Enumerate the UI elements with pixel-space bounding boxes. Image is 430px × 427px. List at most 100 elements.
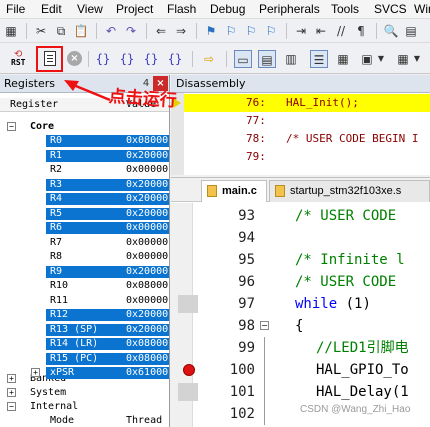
- expand-toggle[interactable]: +: [7, 388, 16, 397]
- comment-icon[interactable]: //: [332, 22, 350, 40]
- find-icon[interactable]: 🔍: [382, 22, 400, 40]
- menu-item-tools[interactable]: Tools: [331, 2, 359, 16]
- next-bookmark-icon[interactable]: ⚐: [242, 22, 260, 40]
- register-row[interactable]: R15 (PC) 0x08000: [0, 353, 169, 365]
- menu-item-edit[interactable]: Edit: [41, 2, 62, 16]
- register-row[interactable]: R9 0x20000: [0, 266, 169, 278]
- menu-item-win[interactable]: Win: [414, 2, 430, 16]
- code-line[interactable]: 101 HAL_Delay(1: [171, 381, 430, 403]
- paste-icon[interactable]: 📋: [72, 22, 90, 40]
- collapse-toggle[interactable]: −: [7, 122, 16, 131]
- cut-icon[interactable]: ✂: [32, 22, 50, 40]
- group-internal[interactable]: − Internal: [0, 401, 169, 413]
- register-row-mode[interactable]: Mode Thread: [0, 415, 169, 427]
- watch-window-icon[interactable]: ▣: [358, 50, 376, 68]
- breakpoint-icon[interactable]: [183, 364, 195, 376]
- uncomment-icon[interactable]: ¶: [352, 22, 370, 40]
- register-value: 0x00000: [126, 222, 169, 233]
- call-stack-window-icon[interactable]: ▦: [334, 50, 352, 68]
- code-rest: (1): [337, 296, 371, 312]
- register-row[interactable]: R14 (LR) 0x08000: [0, 338, 169, 350]
- disassembly-window-icon[interactable]: ▤: [258, 50, 276, 68]
- register-row[interactable]: R13 (SP) 0x20000: [0, 324, 169, 336]
- register-row[interactable]: R1 0x20000: [0, 150, 169, 162]
- step-into-icon[interactable]: {}: [94, 50, 112, 68]
- registers-window-icon[interactable]: ☰: [310, 50, 328, 68]
- disassembly-line[interactable]: 79:: [184, 148, 430, 166]
- col-register-header[interactable]: Register: [10, 99, 58, 110]
- expand-toggle[interactable]: +: [31, 368, 40, 377]
- reset-button[interactable]: ⟲ RST: [10, 49, 32, 69]
- register-name: R14 (LR): [50, 338, 99, 349]
- tab-startup-file[interactable]: startup_stm32f103xe.s: [269, 180, 430, 202]
- group-core[interactable]: − Core: [0, 121, 169, 133]
- unindent-icon[interactable]: ⇤: [312, 22, 330, 40]
- file-asm-icon: [275, 185, 285, 197]
- command-window-icon[interactable]: ▭: [234, 50, 252, 68]
- forward-icon[interactable]: ⇒: [172, 22, 190, 40]
- tab-main-c[interactable]: main.c: [201, 180, 267, 202]
- code-text: HAL_Delay(1: [316, 384, 409, 400]
- chevron-down-icon[interactable]: ▼: [376, 50, 386, 68]
- stop-button[interactable]: ×: [67, 51, 82, 66]
- code-line[interactable]: 98− {: [171, 315, 430, 337]
- chevron-down-icon[interactable]: ▼: [412, 50, 422, 68]
- file-c-icon: [207, 185, 217, 197]
- show-next-statement-icon[interactable]: ⇨: [200, 50, 218, 68]
- fold-toggle-icon[interactable]: −: [260, 321, 269, 330]
- symbols-window-icon[interactable]: ▥: [282, 50, 300, 68]
- bookmark-icon[interactable]: ⚑: [202, 22, 220, 40]
- save-all-icon[interactable]: ▦: [2, 22, 20, 40]
- register-row[interactable]: R10 0x08000: [0, 280, 169, 292]
- memory-window-icon[interactable]: ▦: [394, 50, 412, 68]
- register-row[interactable]: R6 0x00000: [0, 222, 169, 234]
- group-system[interactable]: + System: [0, 387, 169, 399]
- collapse-toggle[interactable]: −: [7, 402, 16, 411]
- register-row[interactable]: R12 0x20000: [0, 309, 169, 321]
- code-line[interactable]: 97 while (1): [171, 293, 430, 315]
- register-name: R3: [50, 179, 63, 190]
- code-line[interactable]: 95 /* Infinite l: [171, 249, 430, 271]
- register-row[interactable]: R2 0x00000: [0, 164, 169, 176]
- prev-bookmark-icon[interactable]: ⚐: [222, 22, 240, 40]
- menu-item-peripherals[interactable]: Peripherals: [259, 2, 320, 16]
- register-row[interactable]: R0 0x08000: [0, 135, 169, 147]
- register-row[interactable]: R7 0x00000: [0, 237, 169, 249]
- code-line[interactable]: 96 /* USER CODE: [171, 271, 430, 293]
- register-name: R6: [50, 222, 63, 233]
- executable-line-marker[interactable]: [178, 295, 198, 313]
- disassembly-line[interactable]: 78: /* USER CODE BEGIN I: [184, 130, 430, 148]
- back-icon[interactable]: ⇐: [152, 22, 170, 40]
- step-out-icon[interactable]: {}: [142, 50, 160, 68]
- register-row[interactable]: R4 0x20000: [0, 193, 169, 205]
- register-row[interactable]: R11 0x00000: [0, 295, 169, 307]
- step-over-icon[interactable]: {}: [118, 50, 136, 68]
- disassembly-line[interactable]: 77:: [184, 112, 430, 130]
- undo-icon[interactable]: ↶: [102, 22, 120, 40]
- line-number: 100: [229, 362, 255, 378]
- code-line[interactable]: 94: [171, 227, 430, 249]
- register-row[interactable]: R8 0x00000: [0, 251, 169, 263]
- menu-item-flash[interactable]: Flash: [167, 2, 196, 16]
- menu-item-view[interactable]: View: [77, 2, 103, 16]
- disassembly-line-current[interactable]: 76: HAL_Init();: [184, 94, 430, 112]
- menu-item-svcs[interactable]: SVCS: [374, 2, 407, 16]
- menu-item-file[interactable]: File: [6, 2, 25, 16]
- register-row[interactable]: + xPSR 0x61000: [0, 367, 169, 379]
- copy-icon[interactable]: ⧉: [52, 22, 70, 40]
- register-row[interactable]: R3 0x20000: [0, 179, 169, 191]
- run-button[interactable]: [36, 46, 63, 72]
- executable-line-marker[interactable]: [178, 383, 198, 401]
- find-in-files-icon[interactable]: ▤: [402, 22, 420, 40]
- clear-bookmarks-icon[interactable]: ⚐: [262, 22, 280, 40]
- menu-item-project[interactable]: Project: [116, 2, 153, 16]
- register-row[interactable]: R5 0x20000: [0, 208, 169, 220]
- menu-item-debug[interactable]: Debug: [210, 2, 245, 16]
- redo-icon[interactable]: ↷: [122, 22, 140, 40]
- code-line[interactable]: 99 //LED1引脚电: [171, 337, 430, 359]
- run-to-cursor-icon[interactable]: {}: [166, 50, 184, 68]
- code-line[interactable]: 93 /* USER CODE: [171, 205, 430, 227]
- toolbar-separator: [88, 51, 89, 67]
- indent-icon[interactable]: ⇥: [292, 22, 310, 40]
- code-line[interactable]: 100 HAL_GPIO_To: [171, 359, 430, 381]
